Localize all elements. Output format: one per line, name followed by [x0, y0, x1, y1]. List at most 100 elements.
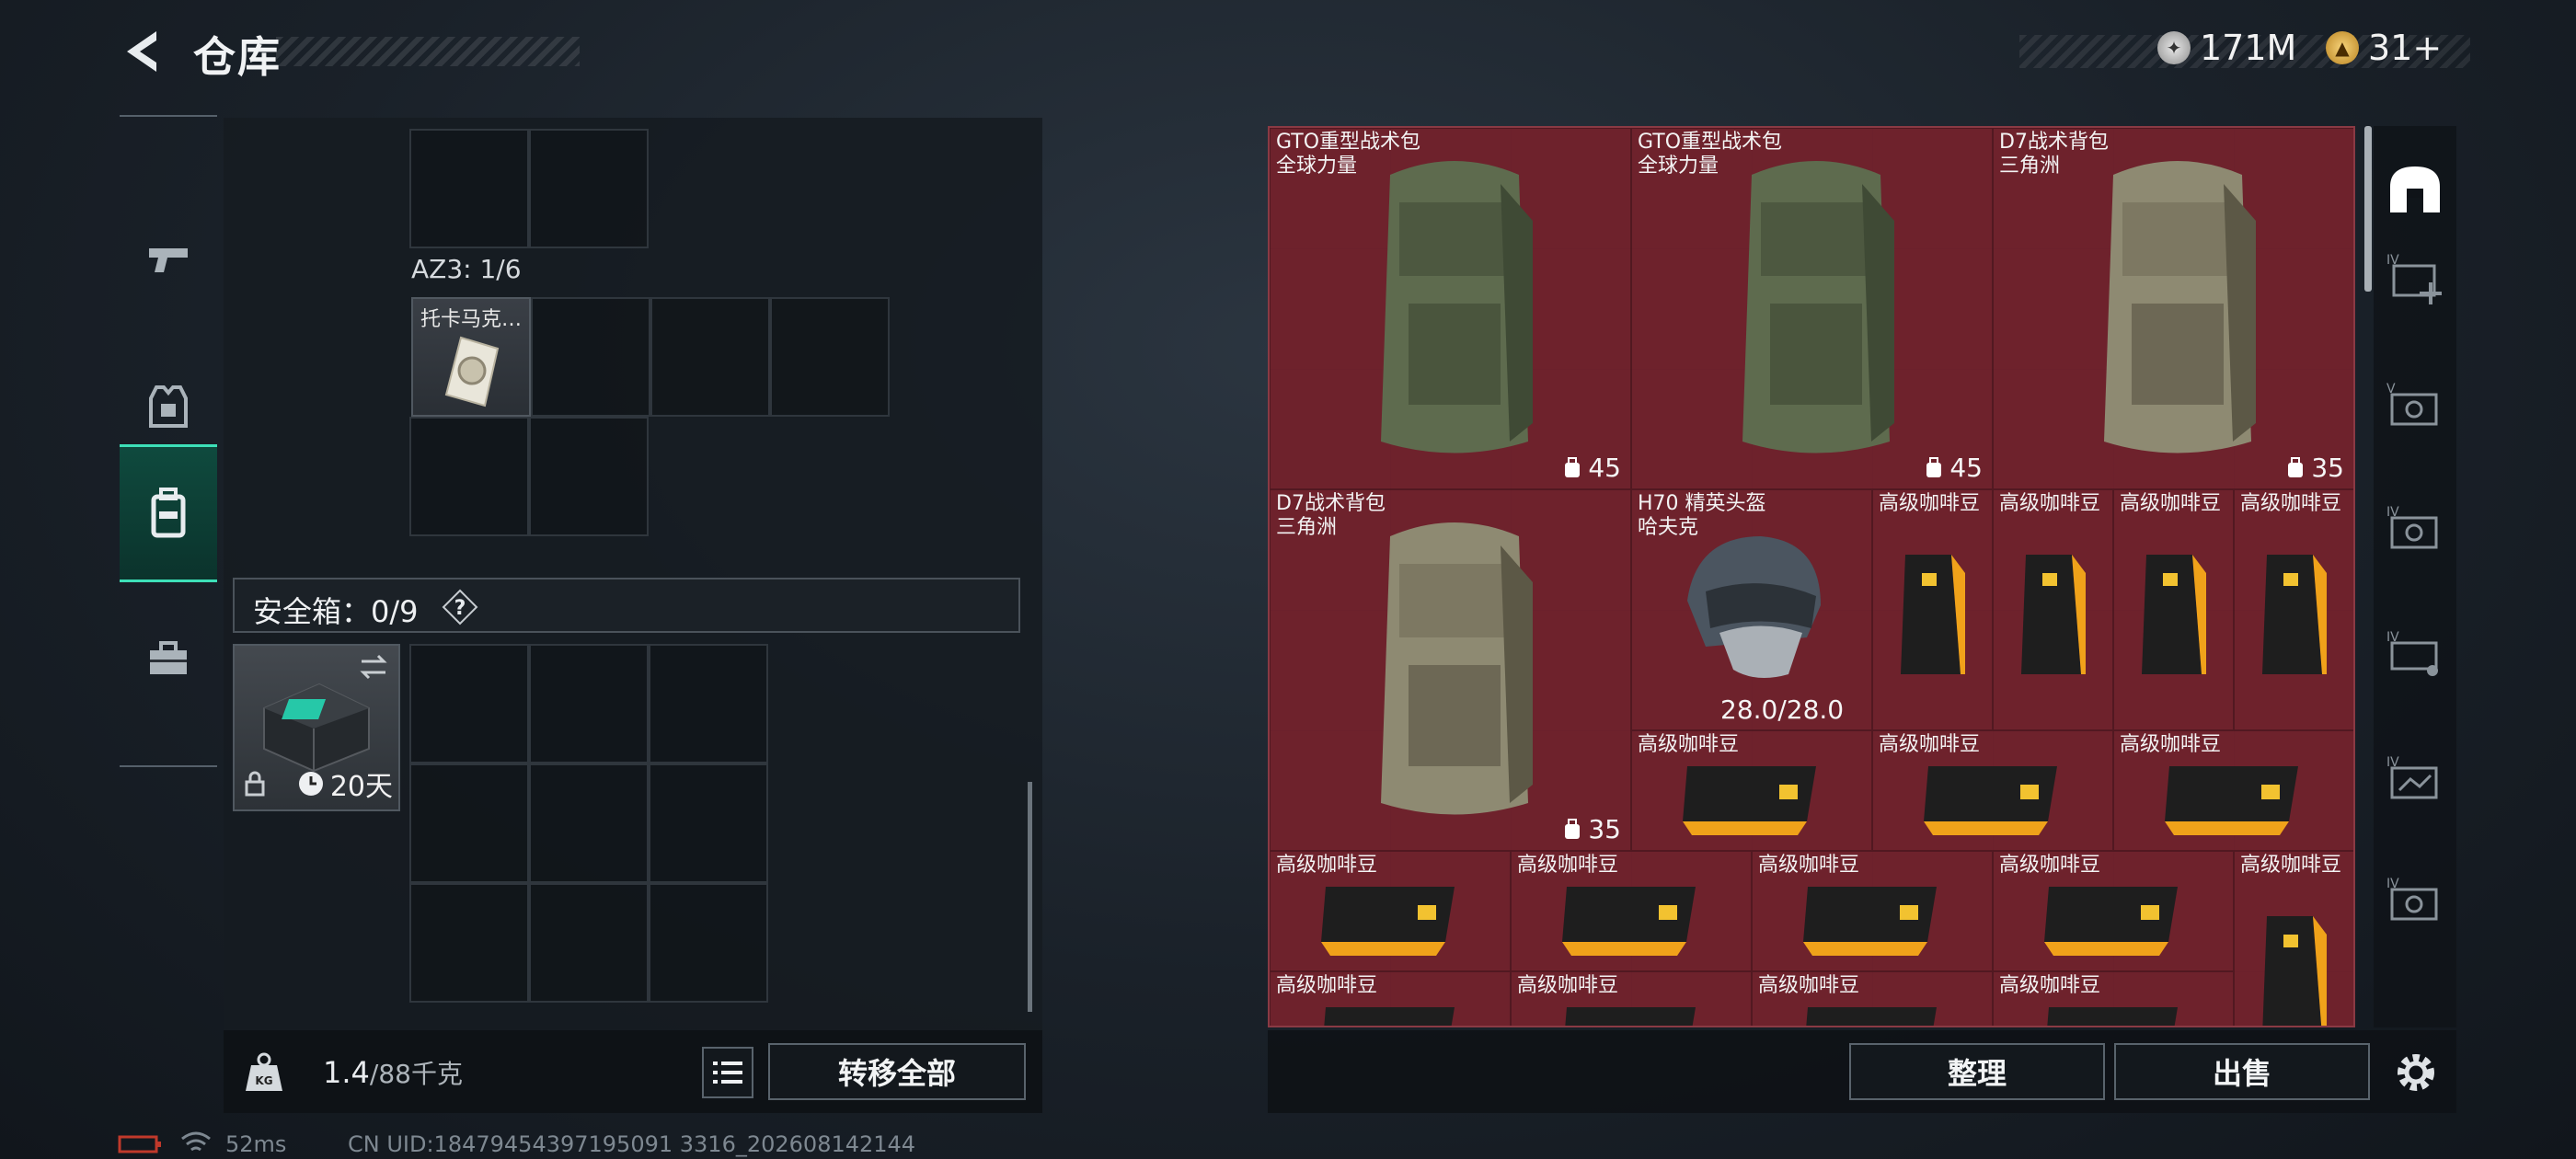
item-coffee-beans[interactable]: 高级咖啡豆	[1631, 730, 1872, 851]
coffee-bag-icon	[2165, 766, 2298, 835]
item-coffee-beans[interactable]: 高级咖啡豆	[1511, 971, 1752, 1026]
backpack-scrollbar[interactable]	[1028, 782, 1032, 1012]
weight-bar: KG 1.4/88千克 转移全部	[224, 1030, 1042, 1113]
item-name: 高级咖啡豆	[1879, 733, 1981, 756]
coffee-bag-icon	[1683, 766, 1816, 835]
grid-cell[interactable]	[650, 297, 770, 417]
coffee-bag-icon	[2047, 1007, 2178, 1026]
grid-cell[interactable]	[649, 763, 768, 883]
uid-text: CN UID:18479454397195091 3316_2026081421…	[348, 1131, 916, 1157]
page-iv-icon[interactable]: IV	[2383, 748, 2447, 812]
item-coffee-beans[interactable]: 高级咖啡豆	[1752, 971, 1993, 1026]
warehouse-home-icon[interactable]	[2383, 159, 2447, 224]
item-name: 托卡马克…	[420, 308, 523, 331]
item-coffee-beans[interactable]: 高级咖啡豆	[1270, 971, 1511, 1026]
tokamak-item-icon	[444, 336, 500, 407]
sort-button[interactable]: 整理	[1849, 1043, 2105, 1100]
coffee-bag-icon	[1924, 766, 2057, 835]
item-coffee-beans[interactable]: 高级咖啡豆	[2234, 489, 2353, 730]
warehouse-rail: IV V IV IV IV IV	[2374, 126, 2456, 1027]
coffee-bag-icon	[2142, 555, 2206, 674]
page-iv-icon[interactable]: IV	[2383, 498, 2447, 562]
item-name: 高级咖啡豆	[1999, 854, 2101, 877]
coffee-bag-icon	[1562, 887, 1696, 956]
item-coffee-beans[interactable]: 高级咖啡豆	[1993, 851, 2234, 971]
page-iv-icon[interactable]: IV	[2383, 623, 2447, 687]
safe-box-days: 20天	[329, 771, 393, 803]
page-v-icon[interactable]: V	[2383, 374, 2447, 439]
sell-button[interactable]: 出售	[2114, 1043, 2370, 1100]
help-icon[interactable]: ?	[442, 589, 478, 625]
item-coffee-beans[interactable]: 高级咖啡豆	[2113, 730, 2353, 851]
title-decoration	[276, 37, 580, 66]
grid-cell[interactable]	[529, 883, 649, 1003]
item-name: 高级咖啡豆	[1758, 854, 1860, 877]
item-coffee-beans[interactable]: 高级咖啡豆	[1270, 851, 1511, 971]
coffee-bag-icon	[1324, 1007, 1455, 1026]
coffee-bag-icon	[1803, 887, 1937, 956]
clock-icon	[298, 772, 323, 796]
item-name: 高级咖啡豆	[1517, 974, 1619, 997]
safe-box-item[interactable]: 20天	[233, 644, 400, 811]
gear-icon[interactable]	[2390, 1047, 2442, 1098]
grid-cell[interactable]	[649, 644, 768, 763]
item-tokamak[interactable]: 托卡马克…	[411, 297, 531, 417]
item-coffee-beans[interactable]: 高级咖啡豆	[1872, 730, 2113, 851]
item-gto-backpack[interactable]: GTO重型战术包 全球力量 45	[1631, 128, 1993, 489]
item-name: 高级咖啡豆	[2240, 854, 2342, 877]
item-capacity: 35	[1562, 814, 1621, 844]
item-durability: 28.0/28.0	[1720, 694, 1845, 725]
grid-cell[interactable]	[529, 644, 649, 763]
item-coffee-beans[interactable]: 高级咖啡豆	[1511, 851, 1752, 971]
grid-cell[interactable]	[770, 297, 890, 417]
item-capacity: 45	[1924, 453, 1983, 483]
coffee-bag-icon	[1901, 555, 1965, 674]
transfer-all-button[interactable]: 转移全部	[768, 1043, 1026, 1100]
item-coffee-beans[interactable]: 高级咖啡豆	[2234, 851, 2353, 1026]
nav-weapons[interactable]	[120, 190, 217, 328]
item-coffee-beans[interactable]: 高级咖啡豆	[1872, 489, 1993, 730]
item-name: 高级咖啡豆	[1758, 974, 1860, 997]
item-coffee-beans[interactable]: 高级咖啡豆	[1752, 851, 1993, 971]
backpack-icon	[151, 488, 186, 538]
list-view-button[interactable]	[702, 1047, 753, 1098]
gold-currency[interactable]: ▲ 31+	[2326, 28, 2442, 68]
svg-text:?: ?	[454, 597, 466, 620]
coffee-bag-icon	[2044, 887, 2178, 956]
item-d7-backpack[interactable]: D7战术背包 三角洲 35	[1270, 489, 1631, 851]
page-iv-icon[interactable]: IV	[2383, 869, 2447, 934]
grid-cell[interactable]	[649, 883, 768, 1003]
grid-cell[interactable]	[409, 417, 529, 536]
nav-backpack[interactable]	[120, 444, 217, 582]
backpack-capacity-icon	[1926, 456, 1942, 477]
item-h70-helmet[interactable]: H70 精英头盔 哈夫克 28.0/28.0	[1631, 489, 1872, 730]
item-coffee-beans[interactable]: 高级咖啡豆	[1993, 971, 2234, 1026]
nav-toolbox[interactable]	[120, 614, 217, 706]
item-coffee-beans[interactable]: 高级咖啡豆	[1993, 489, 2113, 730]
silver-amount: 171M	[2200, 28, 2297, 68]
grid-cell[interactable]	[529, 417, 649, 536]
grid-cell[interactable]	[409, 644, 529, 763]
item-capacity: 35	[2285, 453, 2344, 483]
safe-box-header: 安全箱：0/9 ?	[233, 578, 1020, 633]
grid-cell[interactable]	[409, 883, 529, 1003]
back-arrow-icon[interactable]	[120, 28, 166, 75]
grid-cell[interactable]	[529, 763, 649, 883]
add-page-icon[interactable]: IV	[2383, 246, 2447, 310]
item-gto-backpack[interactable]: GTO重型战术包 全球力量 45	[1270, 128, 1631, 489]
grid-cell[interactable]	[409, 129, 529, 248]
grid-cell[interactable]	[531, 297, 650, 417]
item-d7-backpack[interactable]: D7战术背包 三角洲 35	[1993, 128, 2353, 489]
item-name: 高级咖啡豆	[1276, 974, 1378, 997]
grid-cell[interactable]	[409, 763, 529, 883]
item-capacity: 45	[1562, 453, 1621, 483]
grid-cell[interactable]	[529, 129, 649, 248]
stash-scrollbar[interactable]	[2364, 126, 2372, 292]
vest-icon	[149, 385, 188, 428]
item-name: 高级咖啡豆	[1276, 854, 1378, 877]
item-name: 高级咖啡豆	[1638, 733, 1740, 756]
item-name: 高级咖啡豆	[1999, 492, 2101, 515]
coffee-bag-icon	[1321, 887, 1455, 956]
page-title: 仓库	[193, 32, 282, 82]
item-coffee-beans[interactable]: 高级咖啡豆	[2113, 489, 2234, 730]
